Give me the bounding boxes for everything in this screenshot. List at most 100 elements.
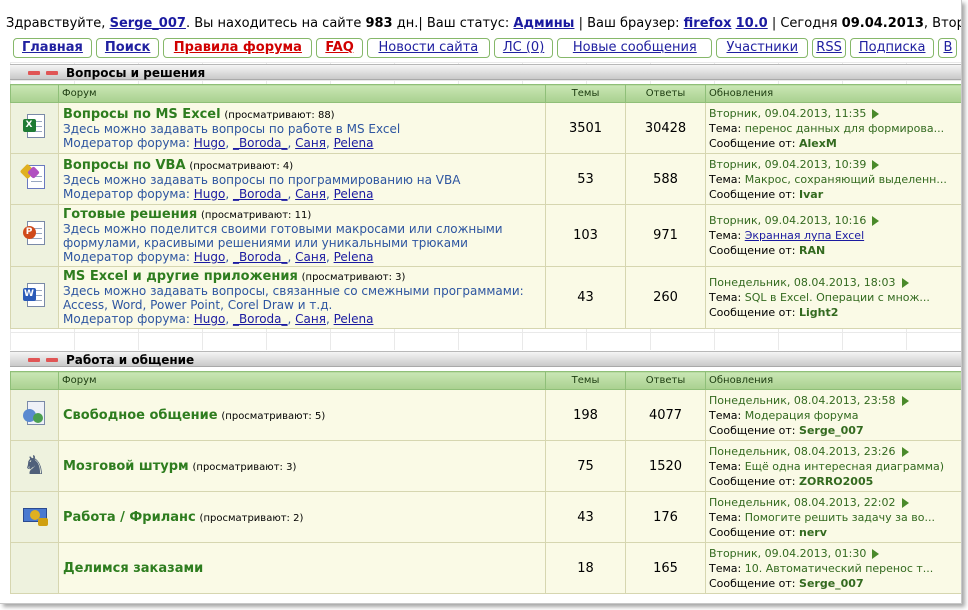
browser-link[interactable]: firefox xyxy=(684,16,732,31)
excel-icon: X xyxy=(22,113,48,141)
update-date: Понедельник, 08.04.2013, 18:03 xyxy=(709,276,896,289)
forum-title-link[interactable]: Вопросы по VBA xyxy=(63,158,186,173)
moderator-link[interactable]: _Boroda_ xyxy=(233,187,288,201)
forum-title-link[interactable]: Работа / Фриланс xyxy=(63,510,196,525)
answers-count: 588 xyxy=(625,153,706,205)
go-to-post-arrow-icon[interactable] xyxy=(872,159,880,170)
moderator-link[interactable]: Pelena xyxy=(334,136,374,150)
topic-link[interactable]: Модерация форума xyxy=(745,409,859,422)
user-link[interactable]: Serge_007 xyxy=(799,577,864,590)
topic-link[interactable]: 10. Автоматический перенос т... xyxy=(745,562,934,575)
viewers-count: (просматривают: 3) xyxy=(192,461,297,473)
moderator-link[interactable]: Саня xyxy=(295,312,326,326)
nav-new-messages[interactable]: Новые сообщения xyxy=(557,38,713,58)
section-header-questions[interactable]: Вопросы и решения xyxy=(10,64,961,80)
last-update: Понедельник, 08.04.2013, 23:26 Тема: Ещё… xyxy=(705,440,961,492)
user-link[interactable]: Ivar xyxy=(799,188,823,201)
topics-count: 18 xyxy=(545,542,626,594)
forum-icon-cell: W xyxy=(10,266,59,329)
moderator-link[interactable]: _Boroda_ xyxy=(233,136,288,150)
moderator-link[interactable]: Pelena xyxy=(334,312,374,326)
forum-title-link[interactable]: Свободное общение xyxy=(63,408,218,423)
go-to-post-arrow-icon[interactable] xyxy=(901,497,909,508)
moderators-line: Модератор форума: Hugo, _Boroda_, Саня, … xyxy=(63,250,374,264)
forum-title-link[interactable]: Готовые решения xyxy=(63,207,197,222)
moderator-link[interactable]: Саня xyxy=(295,250,326,264)
nav-search[interactable]: Поиск xyxy=(95,38,160,58)
moderator-link[interactable]: _Boroda_ xyxy=(233,250,288,264)
nav-site-news[interactable]: Новости сайта xyxy=(366,38,490,58)
collapse-icon[interactable] xyxy=(28,358,40,362)
topic-link[interactable]: Помогите решить задачу за во... xyxy=(745,511,935,524)
nav-rss[interactable]: RSS xyxy=(812,38,846,58)
browser-version-link[interactable]: 10.0 xyxy=(736,16,768,31)
forum-title-link[interactable]: Вопросы по MS Excel xyxy=(63,107,221,122)
go-to-post-arrow-icon[interactable] xyxy=(901,278,909,288)
moderator-link[interactable]: Hugo xyxy=(194,312,226,326)
last-update: Понедельник, 08.04.2013, 23:58 Тема: Мод… xyxy=(705,389,961,441)
user-link[interactable]: AlexM xyxy=(799,137,837,150)
solutions-icon: P xyxy=(22,220,48,248)
days-count: 983 xyxy=(365,16,393,31)
collapse-icon[interactable] xyxy=(46,358,58,362)
user-link[interactable]: Light2 xyxy=(799,306,838,319)
nav-home[interactable]: Главная xyxy=(13,38,92,58)
moderator-label: Модератор форума: xyxy=(63,250,190,264)
topic-link[interactable]: SQL в Excel. Операции с множ... xyxy=(745,291,930,304)
update-date: Вторник, 09.04.2013, 01:30 xyxy=(709,546,867,560)
user-link[interactable]: RAN xyxy=(799,244,825,257)
moderator-link[interactable]: Hugo xyxy=(194,136,226,150)
moderator-link[interactable]: Pelena xyxy=(334,187,374,201)
col-icon xyxy=(10,371,59,390)
topic-label: Тема: xyxy=(709,172,742,186)
answers-count: 971 xyxy=(625,204,706,267)
collapse-icon[interactable] xyxy=(46,71,58,75)
user-link[interactable]: Serge_007 xyxy=(799,424,864,437)
topic-link[interactable]: Макрос, сохраняющий выделенн... xyxy=(745,173,947,186)
go-to-post-arrow-icon[interactable] xyxy=(901,446,909,457)
nav-more[interactable]: В xyxy=(938,38,958,58)
user-link[interactable]: ZORRO2005 xyxy=(799,475,873,488)
username-link[interactable]: Serge_007 xyxy=(110,16,186,31)
moderator-link[interactable]: Pelena xyxy=(334,250,374,264)
moderator-link[interactable]: Hugo xyxy=(194,250,226,264)
nav-forum-rules[interactable]: Правила форума xyxy=(163,38,313,58)
user-link[interactable]: nerv xyxy=(799,526,827,539)
moderator-label: Модератор форума: xyxy=(63,186,190,201)
nav-members[interactable]: Участники xyxy=(716,38,809,58)
answers-count: 165 xyxy=(625,542,706,594)
go-to-post-arrow-icon[interactable] xyxy=(872,108,880,119)
topic-link[interactable]: перенос данных для формирова... xyxy=(745,122,944,135)
forum-title-link[interactable]: MS Excel и другие приложения xyxy=(63,269,298,284)
last-update: Вторник, 09.04.2013, 10:39 Тема: Макрос,… xyxy=(705,153,961,205)
nav-subscribe[interactable]: Подписка xyxy=(849,38,935,58)
topic-link[interactable]: Экранная лупа Excel xyxy=(745,229,864,242)
moderator-link[interactable]: _Boroda_ xyxy=(233,312,288,326)
forum-title-link[interactable]: Мозговой штурм xyxy=(63,459,189,474)
message-from-label: Сообщение от: xyxy=(709,136,796,150)
moderator-link[interactable]: Hugo xyxy=(194,187,226,201)
greeting-weekday: , Вторн xyxy=(923,16,961,31)
go-to-post-arrow-icon[interactable] xyxy=(901,395,909,406)
moderator-link[interactable]: Саня xyxy=(295,187,326,201)
moderators-line: Модератор форума: Hugo, _Boroda_, Саня, … xyxy=(63,135,374,150)
nav-private-messages[interactable]: ЛС (0) xyxy=(493,38,554,58)
topic-label: Тема: xyxy=(709,229,742,242)
status-link[interactable]: Админы xyxy=(513,16,574,31)
forum-title-link[interactable]: Делимся заказами xyxy=(63,561,203,576)
message-from-label: Сообщение от: xyxy=(709,306,796,319)
nav-faq[interactable]: FAQ xyxy=(316,38,363,58)
section-header-work[interactable]: Работа и общение xyxy=(10,351,961,367)
forum-info: Вопросы по VBA (просматривают: 4) Здесь … xyxy=(58,153,546,205)
col-forum: Форум xyxy=(58,371,546,390)
viewers-count: (просматривают: 5) xyxy=(221,410,326,422)
moderator-link[interactable]: Саня xyxy=(295,136,326,150)
go-to-post-arrow-icon[interactable] xyxy=(872,216,880,226)
collapse-icon[interactable] xyxy=(28,71,40,75)
chess-knight-icon: ♞ xyxy=(22,451,47,481)
forum-icon-cell xyxy=(10,542,59,594)
topics-count: 198 xyxy=(545,389,626,441)
go-to-post-arrow-icon[interactable] xyxy=(872,548,880,559)
topic-label: Тема: xyxy=(709,408,742,422)
topic-link[interactable]: Ещё одна интересная диаграмма) xyxy=(745,460,944,473)
